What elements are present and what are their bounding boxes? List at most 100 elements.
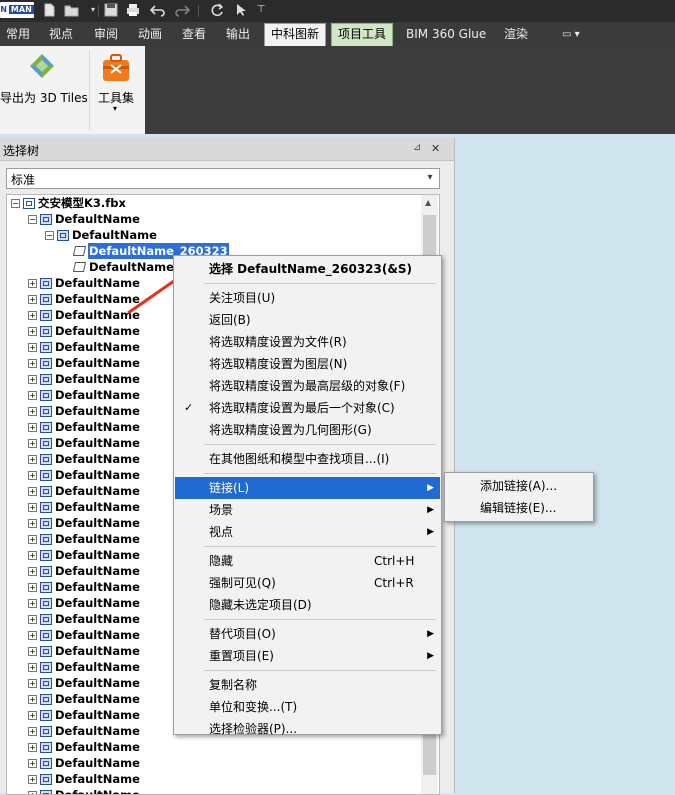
tab-display-options[interactable]: ▭ ▾ (556, 24, 586, 45)
expand-icon[interactable]: + (28, 503, 37, 512)
expand-icon[interactable]: + (28, 455, 37, 464)
expand-icon[interactable]: + (28, 311, 37, 320)
expand-icon[interactable]: + (28, 487, 37, 496)
tab-review[interactable]: 审阅 (88, 24, 124, 45)
context-menu-item[interactable]: ✓ 将选取精度设置为最后一个对象(C) (175, 397, 440, 419)
export-3d-tiles-icon[interactable] (27, 52, 57, 82)
tab-item-tools[interactable]: 项目工具 (331, 23, 394, 47)
tab-render[interactable]: 渲染 (498, 24, 534, 45)
context-menu-item[interactable]: 隐藏未选定项目(D) (175, 594, 440, 616)
expand-icon[interactable]: + (28, 743, 37, 752)
context-menu-item[interactable]: 将选取精度设置为几何图形(G) (175, 419, 440, 441)
expand-icon[interactable]: + (28, 535, 37, 544)
expand-icon[interactable]: + (28, 663, 37, 672)
save-icon[interactable] (104, 3, 118, 17)
expand-icon[interactable]: + (28, 295, 37, 304)
tab-output[interactable]: 输出 (220, 24, 256, 45)
pointer-icon[interactable] (234, 3, 248, 17)
expand-icon[interactable]: + (28, 327, 37, 336)
tree-item-label: DefaultName (55, 788, 140, 795)
scroll-up-icon[interactable]: ▲ (425, 198, 431, 207)
select-item-header[interactable]: 选择 DefaultName_260323(&S) (175, 258, 440, 280)
menu-separator (204, 619, 436, 620)
export-3d-tiles-button[interactable]: 导出为 3D Tiles (0, 89, 88, 106)
expand-icon[interactable]: + (28, 567, 37, 576)
context-menu-item[interactable]: 隐藏 Ctrl+H (175, 550, 440, 572)
expand-icon[interactable]: + (28, 711, 37, 720)
expand-icon[interactable]: + (28, 583, 37, 592)
tree-item-collapsed[interactable]: + DefaultName (7, 787, 417, 795)
context-menu-item[interactable]: 在其他图纸和模型中查找项目...(I) (175, 448, 440, 470)
expand-icon[interactable]: + (28, 279, 37, 288)
context-menu-item[interactable]: 强制可见(Q) Ctrl+R (175, 572, 440, 594)
expand-icon[interactable]: + (28, 471, 37, 480)
context-menu-item[interactable]: 将选取精度设置为最高层级的对象(F) (175, 375, 440, 397)
close-icon[interactable]: ✕ (431, 142, 440, 155)
expand-icon[interactable]: + (28, 775, 37, 784)
expand-icon[interactable]: + (28, 375, 37, 384)
expand-icon[interactable]: + (28, 695, 37, 704)
expand-icon[interactable]: + (28, 631, 37, 640)
expand-icon[interactable]: + (28, 791, 37, 794)
menu-item-label: 隐藏 (209, 554, 234, 568)
context-menu-item[interactable]: 视点 ▶ (175, 521, 440, 543)
tree-item-level2[interactable]: − DefaultName (7, 227, 417, 243)
app-logo[interactable]: N MAN (0, 2, 34, 18)
expand-icon[interactable]: + (28, 423, 37, 432)
expand-icon[interactable]: + (28, 391, 37, 400)
context-menu-item[interactable]: 将选取精度设置为图层(N) (175, 353, 440, 375)
print-icon[interactable] (126, 3, 140, 17)
refresh-icon[interactable] (210, 3, 224, 17)
context-menu-item[interactable]: 关注项目(U) (175, 287, 440, 309)
tree-mode-select[interactable]: 标准 ▾ (6, 168, 440, 189)
pin-icon[interactable]: ⊿ (413, 142, 421, 153)
tree-item-collapsed[interactable]: + DefaultName (7, 755, 417, 771)
context-menu-item[interactable]: 选择检验器(P)... (175, 718, 440, 740)
context-menu-item[interactable]: 链接(L) ▶ (175, 477, 440, 499)
new-file-icon[interactable] (42, 3, 56, 17)
tree-item-collapsed[interactable]: + DefaultName (7, 771, 417, 787)
context-menu-item[interactable]: 将选取精度设置为文件(R) (175, 331, 440, 353)
tab-zhongke-tuxin[interactable]: 中科图新 (264, 23, 327, 47)
expand-icon[interactable]: + (28, 407, 37, 416)
expand-icon[interactable]: + (28, 679, 37, 688)
tree-root-file[interactable]: − 交安模型K3.fbx (7, 195, 417, 211)
context-menu-item[interactable]: 返回(B) (175, 309, 440, 331)
context-menu-item[interactable]: 单位和变换...(T) (175, 696, 440, 718)
tab-view[interactable]: 查看 (176, 24, 212, 45)
expand-icon[interactable]: + (28, 519, 37, 528)
add-link-item[interactable]: 添加链接(A)... (446, 475, 592, 497)
tab-viewpoint[interactable]: 视点 (43, 24, 79, 45)
context-menu-item[interactable]: 场景 ▶ (175, 499, 440, 521)
tab-bim360-glue[interactable]: BIM 360 Glue (400, 24, 492, 45)
undo-icon[interactable] (149, 3, 165, 17)
chevron-down-icon[interactable]: ▾ (423, 170, 437, 186)
expand-icon[interactable]: + (28, 615, 37, 624)
open-file-icon[interactable] (64, 3, 79, 17)
expand-icon[interactable]: + (28, 359, 37, 368)
context-menu-item[interactable]: 复制名称 (175, 674, 440, 696)
context-menu-item[interactable]: 重置项目(E) ▶ (175, 645, 440, 667)
edit-link-item[interactable]: 编辑链接(E)... (446, 497, 592, 519)
redo-icon[interactable] (174, 3, 191, 17)
expand-icon[interactable]: + (28, 727, 37, 736)
collapse-icon[interactable]: − (11, 199, 20, 208)
tree-item-collapsed[interactable]: + DefaultName (7, 739, 417, 755)
toolset-dropdown-icon[interactable]: ▾ (113, 104, 117, 113)
context-menu-item[interactable]: 替代项目(O) ▶ (175, 623, 440, 645)
collapse-icon[interactable]: − (28, 215, 37, 224)
customize-icon[interactable]: ⊤ (254, 3, 268, 17)
expand-icon[interactable]: + (28, 439, 37, 448)
expand-icon[interactable]: + (28, 759, 37, 768)
toolset-icon[interactable] (100, 52, 132, 84)
tab-animation[interactable]: 动画 (132, 24, 168, 45)
group-icon (40, 454, 52, 465)
tab-home[interactable]: 常用 (0, 24, 36, 45)
collapse-icon[interactable]: − (45, 231, 54, 240)
expand-icon[interactable]: + (28, 343, 37, 352)
expand-icon[interactable]: + (28, 647, 37, 656)
submenu-arrow-icon: ▶ (427, 483, 434, 493)
expand-icon[interactable]: + (28, 551, 37, 560)
tree-item-level1[interactable]: − DefaultName (7, 211, 417, 227)
expand-icon[interactable]: + (28, 599, 37, 608)
